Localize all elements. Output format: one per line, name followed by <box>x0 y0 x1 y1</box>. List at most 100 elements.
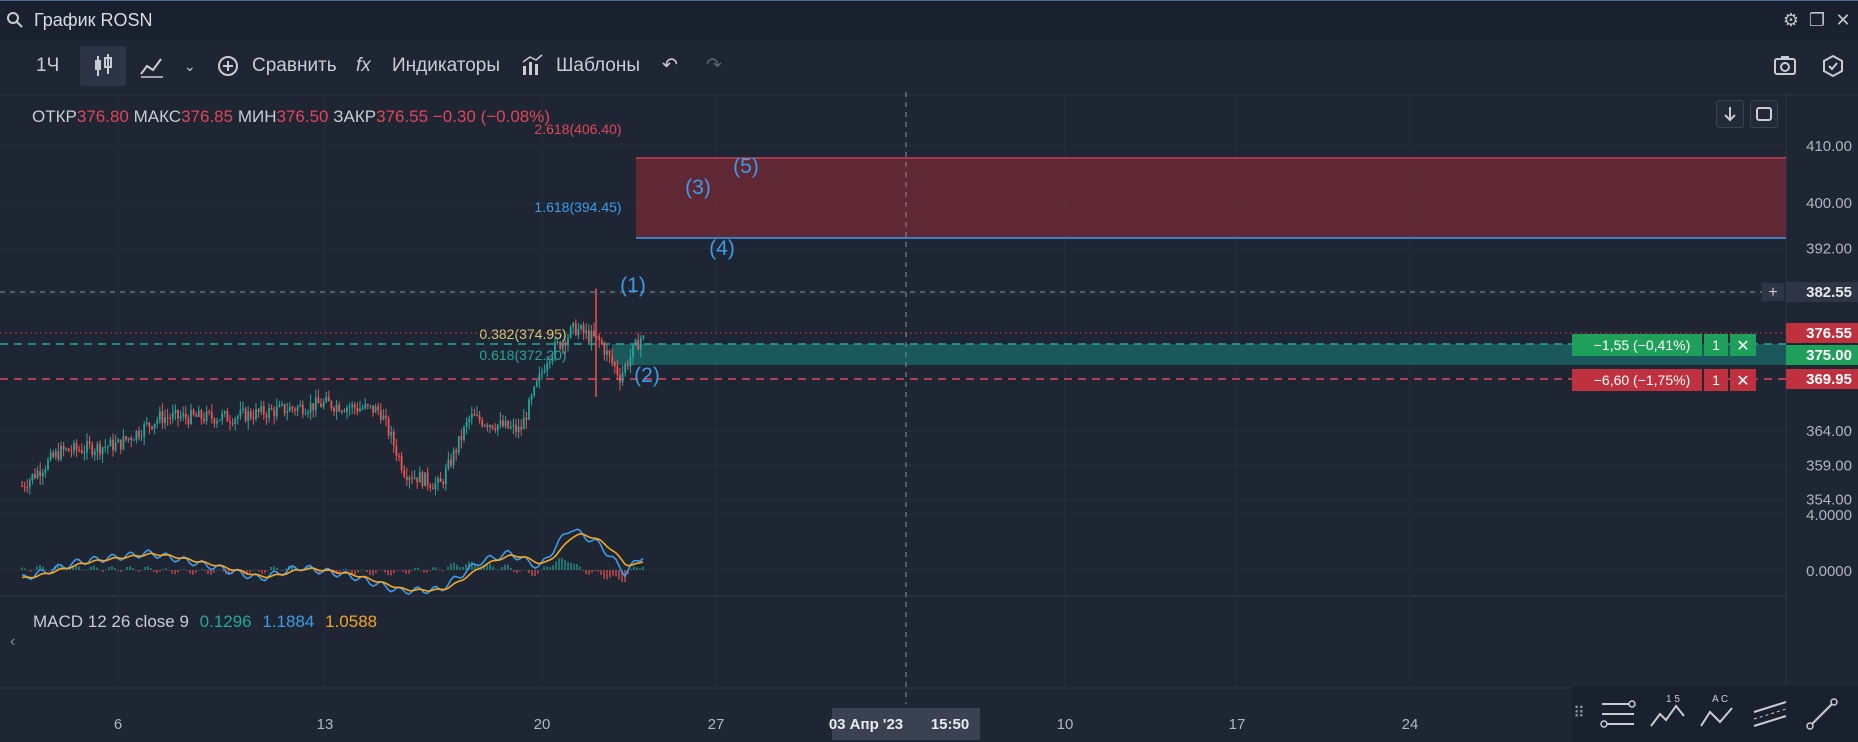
macd-histogram-bar <box>36 566 38 570</box>
macd-histogram-bar <box>33 569 35 571</box>
candle-body <box>333 408 335 412</box>
candle-body <box>489 425 491 428</box>
candle-body <box>520 426 523 430</box>
candle-body <box>455 450 458 453</box>
candle-body <box>73 443 75 452</box>
macd-histogram-bar <box>27 570 29 571</box>
undo-icon[interactable]: ↶ <box>662 46 678 86</box>
interval-button[interactable]: 1Ч <box>36 46 59 86</box>
wave-label-5[interactable]: (5) <box>733 155 759 178</box>
candle-body <box>153 423 156 429</box>
macd-histogram-bar <box>555 561 557 570</box>
candles-icon[interactable] <box>80 46 126 86</box>
scroll-to-latest-button[interactable] <box>1716 100 1744 128</box>
macd-histogram-bar <box>84 570 86 571</box>
settings-icon[interactable]: ⚙ <box>1780 9 1802 31</box>
macd-histogram-bar <box>90 566 92 570</box>
restore-icon[interactable]: ❐ <box>1806 9 1828 31</box>
macd-histogram-bar <box>570 562 572 570</box>
stop-order-pnl: −6,60 (−1,75%) <box>1594 372 1691 388</box>
candle-body <box>236 416 239 419</box>
search-icon[interactable] <box>6 11 24 34</box>
macd-histogram-bar <box>534 570 536 577</box>
candle-body <box>364 404 367 409</box>
candle-body <box>619 374 621 383</box>
wave-label-3[interactable]: (3) <box>685 176 711 199</box>
macd-histogram-bar <box>426 570 428 573</box>
macd-histogram-bar <box>273 565 275 570</box>
macd-histogram-bar <box>603 570 605 579</box>
wave-label-2[interactable]: (2) <box>634 364 660 387</box>
macd-histogram-bar <box>102 570 104 572</box>
macd-histogram-bar <box>372 570 374 576</box>
compare-button[interactable]: Сравнить <box>252 46 337 86</box>
elliott-impulse-tool-icon[interactable]: 1 5 <box>1646 692 1690 736</box>
candle-body <box>26 487 29 489</box>
close-icon[interactable]: ✕ <box>1832 9 1854 31</box>
candle-body <box>541 372 543 374</box>
candle-body <box>522 417 525 430</box>
candle-body <box>208 411 211 413</box>
macd-pane <box>21 528 644 595</box>
templates-icon[interactable] <box>520 46 544 86</box>
macd-histogram-bar <box>105 569 107 571</box>
parallel-channel-tool-icon[interactable] <box>1748 692 1792 736</box>
candle-body <box>437 478 439 484</box>
elliott-correction-tool-icon[interactable]: A C <box>1696 692 1740 736</box>
fib-extension-zone[interactable] <box>636 158 1786 238</box>
high-label: МАКС <box>133 107 182 126</box>
macd-histogram-bar <box>195 570 197 573</box>
drag-handle-icon[interactable]: ⠿ <box>1572 692 1586 736</box>
candle-body <box>229 421 231 423</box>
indicators-icon[interactable]: fx <box>356 46 371 86</box>
open-label: ОТКР <box>32 107 77 126</box>
candle-body <box>200 410 203 419</box>
macd-histogram-bar <box>360 569 362 571</box>
area-chart-icon[interactable] <box>138 46 166 86</box>
candle-body <box>499 420 502 425</box>
indicators-button[interactable]: Индикаторы <box>392 46 500 86</box>
macd-histogram-bar <box>216 569 218 571</box>
collapse-chevron-icon[interactable]: ‹ <box>10 633 15 650</box>
candle-body <box>626 364 629 367</box>
wave-label-4[interactable]: (4) <box>709 237 735 260</box>
macd-legend[interactable]: MACD 12 26 close 9 0.1296 1.1884 1.0588 <box>33 612 377 632</box>
candle-body <box>637 339 640 350</box>
candle-body <box>294 408 296 411</box>
reset-scale-button[interactable] <box>1750 100 1778 128</box>
camera-icon[interactable] <box>1772 46 1798 86</box>
macd-histogram-bar <box>513 570 515 572</box>
wave-label-1[interactable]: (1) <box>620 274 646 297</box>
candle-body <box>151 426 153 429</box>
candle-body <box>580 325 582 329</box>
open-value: 376.80 <box>76 107 129 126</box>
trend-line-tool-icon[interactable] <box>1800 692 1844 736</box>
templates-button[interactable]: Шаблоны <box>556 46 640 86</box>
time-tick: 20 <box>534 716 551 733</box>
macd-tick: 0.0000 <box>1806 563 1852 580</box>
macd-histogram-bar <box>183 568 185 570</box>
price-tick: 359.00 <box>1806 457 1852 474</box>
candle-body <box>203 418 205 422</box>
compare-plus-icon[interactable] <box>216 46 242 86</box>
macd-histogram-bar <box>501 566 503 570</box>
stop-order[interactable]: −6,60 (−1,75%) 1 ✕ <box>1572 369 1756 391</box>
chevron-down-icon[interactable]: ⌄ <box>184 46 196 86</box>
price-chart[interactable]: 0.382(374.95) 0.618(372.20) 2.618(406.40… <box>0 92 1858 742</box>
candle-body <box>411 477 413 479</box>
candle-body <box>340 411 343 413</box>
macd-histogram-bar <box>249 570 251 573</box>
candle-body <box>132 439 135 441</box>
macd-histogram-bar <box>588 570 590 575</box>
macd-histogram-bar <box>30 570 32 572</box>
candle-body <box>405 476 408 481</box>
candle-body <box>577 328 580 336</box>
change-value: −0.30 (−0.08%) <box>432 107 551 126</box>
macd-histogram-bar <box>201 569 203 570</box>
candle-body <box>372 405 374 413</box>
redo-icon[interactable]: ↷ <box>706 46 722 86</box>
time-axis[interactable]: 6 13 20 27 10 17 24 <box>114 716 1419 733</box>
candle-body <box>177 409 179 419</box>
publish-shield-icon[interactable] <box>1820 46 1846 86</box>
fib-retracement-tool-icon[interactable] <box>1596 692 1640 736</box>
